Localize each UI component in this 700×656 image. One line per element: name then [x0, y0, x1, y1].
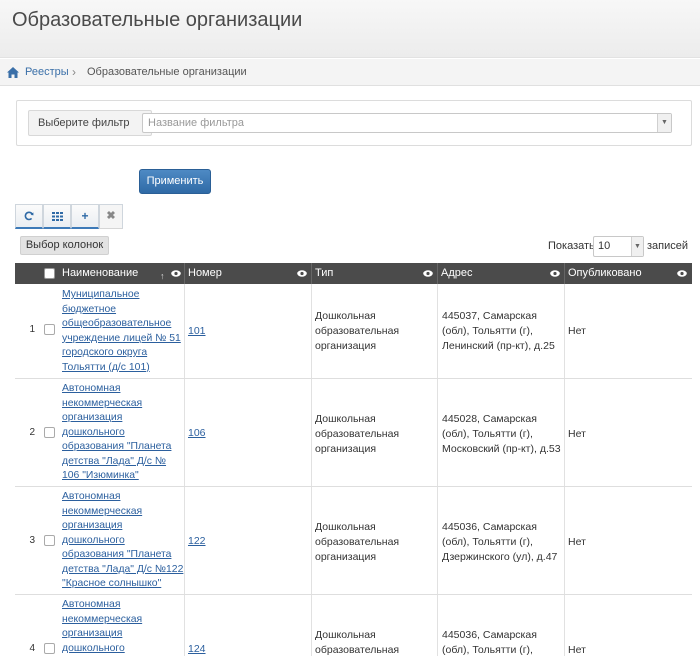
breadcrumb-current: Образовательные организации — [87, 66, 247, 78]
table-row[interactable]: 2 Автономная некоммерческая организация дош… — [15, 379, 692, 487]
page-title: Образовательные организации — [12, 9, 303, 31]
grid-icon — [51, 212, 63, 221]
page-size-select[interactable]: 10 ▼ — [593, 236, 644, 257]
eye-icon[interactable] — [677, 270, 687, 277]
grid-view-button[interactable] — [43, 204, 71, 229]
plus-icon: + — [81, 209, 89, 223]
table-row[interactable]: 4 Автономная некоммерческая организация дош… — [15, 595, 692, 656]
breadcrumb: Реестры › Образовательные организации — [0, 59, 700, 86]
eye-icon[interactable] — [171, 270, 181, 277]
row-checkbox[interactable] — [44, 324, 55, 335]
column-selector-button[interactable]: Выбор колонок — [20, 236, 109, 255]
table-header: Наименование ↑ Номер Тип Адрес Опубликов… — [15, 263, 692, 284]
table-row[interactable]: 3 Автономная некоммерческая организация дош… — [15, 487, 692, 595]
type-text: Дошкольная образовательная организация — [315, 413, 400, 455]
address-text: 445037, Самарская (обл), Тольятти (г), Лен… — [442, 310, 555, 352]
table-row[interactable]: 1 Муниципальное бюджетное общеобразователь… — [15, 284, 692, 379]
records-label: записей — [647, 240, 689, 252]
page-size-label: Показать — [548, 240, 595, 252]
refresh-icon — [24, 211, 34, 221]
home-icon[interactable] — [7, 67, 19, 78]
column-header-label: Опубликовано — [568, 267, 642, 279]
organization-name-link[interactable]: Автономная некоммерческая организация дошко… — [62, 598, 185, 656]
number-link[interactable]: 124 — [188, 643, 206, 655]
row-number: 1 — [29, 324, 35, 335]
column-header-label: Номер — [188, 267, 222, 279]
number-link[interactable]: 101 — [188, 325, 206, 337]
eye-icon[interactable] — [423, 270, 433, 277]
filter-select[interactable]: Название фильтра ▼ — [142, 113, 672, 133]
eye-icon[interactable] — [297, 270, 307, 277]
page-size-value: 10 — [598, 240, 611, 252]
column-header-address[interactable]: Адрес — [438, 263, 565, 284]
row-checkbox[interactable] — [44, 427, 55, 438]
chevron-down-icon[interactable]: ▼ — [631, 237, 643, 256]
type-text: Дошкольная образовательная — [315, 629, 400, 656]
type-text: Дошкольная образовательная организация — [315, 310, 400, 352]
column-header-label: Наименование — [62, 267, 139, 279]
eye-icon[interactable] — [550, 270, 560, 277]
published-text: Нет — [568, 644, 586, 656]
column-header-published[interactable]: Опубликовано — [565, 263, 692, 284]
apply-button[interactable]: Применить — [139, 169, 211, 194]
clear-button[interactable]: ✖ — [99, 204, 123, 229]
column-header-number[interactable]: Номер — [185, 263, 312, 284]
column-header-type[interactable]: Тип — [312, 263, 438, 284]
number-link[interactable]: 122 — [188, 535, 206, 547]
filter-panel: Выберите фильтр Название фильтра ▼ — [16, 100, 692, 146]
organization-name-link[interactable]: Автономная некоммерческая организация дошко… — [62, 490, 185, 592]
address-text: 445036, Самарская (обл), Тольятти (г), Дзе… — [442, 521, 558, 563]
column-header-label: Тип — [315, 267, 334, 279]
column-header-name[interactable]: Наименование ↑ — [15, 263, 185, 284]
row-number: 2 — [29, 427, 35, 438]
breadcrumb-chevron-icon: › — [72, 65, 76, 79]
organization-name-link[interactable]: Муниципальное бюджетное общеобразовательно… — [62, 288, 185, 375]
address-text: 445036, Самарская (обл), Тольятти (г), — [442, 629, 537, 656]
row-checkbox[interactable] — [44, 643, 55, 654]
page-header: Образовательные организации — [0, 0, 700, 58]
chevron-down-icon[interactable]: ▼ — [657, 114, 671, 132]
column-header-label: Адрес — [441, 267, 473, 279]
row-number: 4 — [29, 643, 35, 654]
row-checkbox[interactable] — [44, 535, 55, 546]
address-text: 445028, Самарская (обл), Тольятти (г), Мос… — [442, 413, 561, 455]
filter-label: Выберите фильтр — [28, 110, 152, 136]
refresh-button[interactable] — [15, 204, 43, 229]
close-icon: ✖ — [106, 210, 116, 222]
breadcrumb-link-registries[interactable]: Реестры — [25, 66, 69, 78]
organization-name-link[interactable]: Автономная некоммерческая организация дошко… — [62, 382, 185, 484]
type-text: Дошкольная образовательная организация — [315, 521, 400, 563]
published-text: Нет — [568, 428, 586, 440]
add-button[interactable]: + — [71, 204, 99, 229]
row-number: 3 — [29, 535, 35, 546]
published-text: Нет — [568, 536, 586, 548]
published-text: Нет — [568, 325, 586, 337]
number-link[interactable]: 106 — [188, 427, 206, 439]
filter-placeholder: Название фильтра — [148, 117, 244, 129]
